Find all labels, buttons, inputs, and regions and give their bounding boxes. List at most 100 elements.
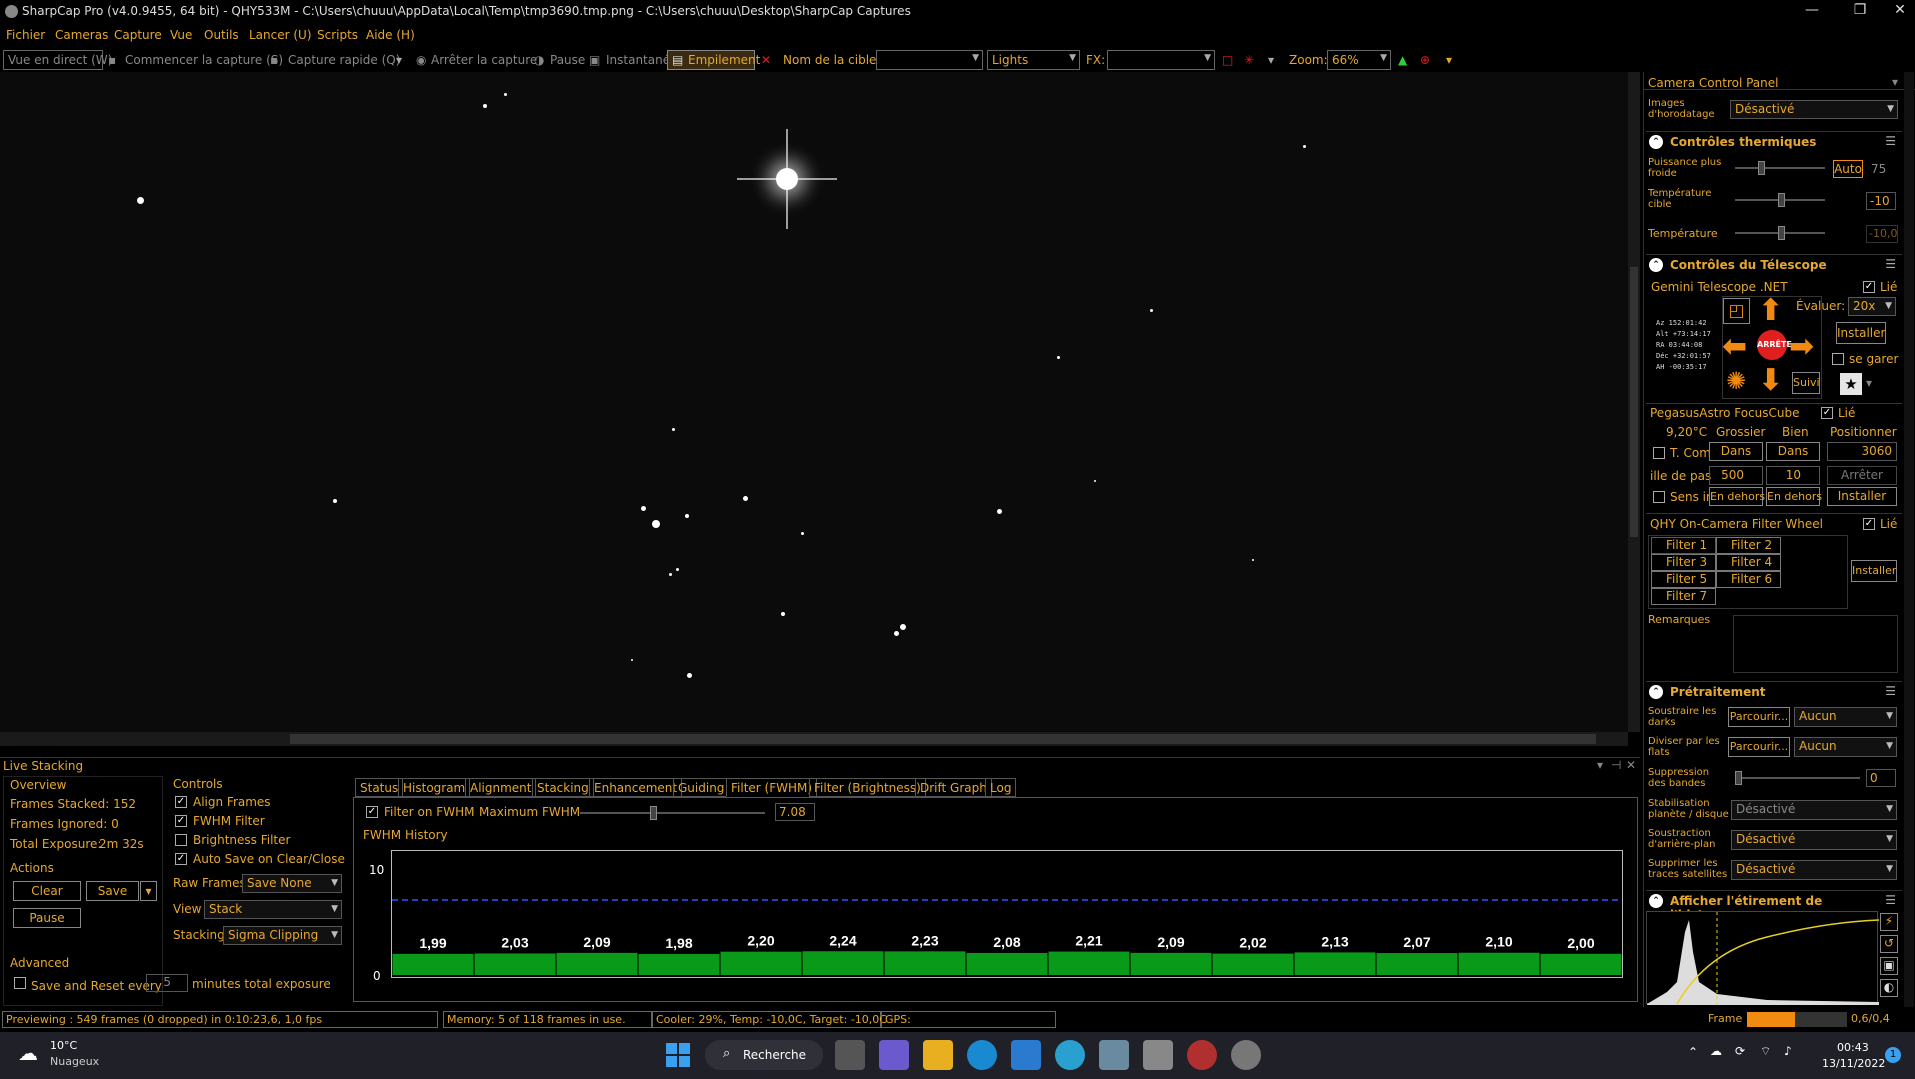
tools-dropdown-icon[interactable]: ▾ bbox=[1446, 53, 1452, 67]
maximize-icon[interactable]: ❐ bbox=[1848, 2, 1872, 22]
notes-textarea[interactable] bbox=[1733, 615, 1898, 673]
filter-1-button[interactable]: Filter 1 bbox=[1651, 537, 1716, 554]
pause-button[interactable]: Pause bbox=[550, 53, 585, 67]
file-explorer-icon[interactable] bbox=[923, 1040, 953, 1070]
align-checkbox[interactable]: ✓ bbox=[175, 796, 187, 808]
telescope-linked-checkbox[interactable]: ✓ bbox=[1863, 281, 1875, 293]
menu-lancer[interactable]: Lancer (U) bbox=[249, 28, 312, 42]
coarse-in-button[interactable]: Dans bbox=[1709, 442, 1763, 461]
minutes-stepper[interactable]: 5 bbox=[146, 974, 188, 992]
slider-thumb[interactable] bbox=[1735, 771, 1742, 785]
timestamp-select[interactable]: Désactivé ▼ bbox=[1730, 100, 1898, 119]
app-icon[interactable] bbox=[1055, 1040, 1085, 1070]
brightness-checkbox[interactable] bbox=[175, 834, 187, 846]
notification-badge[interactable]: 1 bbox=[1885, 1047, 1901, 1063]
flats-select[interactable]: Aucun ▼ bbox=[1794, 737, 1897, 757]
quick-capture-button[interactable]: Capture rapide (Q) bbox=[288, 53, 400, 67]
clear-button[interactable]: Clear bbox=[13, 881, 81, 901]
save-reset-checkbox[interactable] bbox=[14, 977, 26, 989]
pause-stack-button[interactable]: Pause bbox=[13, 908, 81, 928]
save-stretch-icon[interactable]: ▣ bbox=[1880, 957, 1898, 975]
menu-vue[interactable]: Vue bbox=[170, 28, 192, 42]
slider-thumb[interactable] bbox=[650, 806, 657, 820]
volume-icon[interactable]: ♪ bbox=[1784, 1044, 1792, 1058]
coarse-step-stepper[interactable]: 500 bbox=[1709, 466, 1763, 485]
teams-icon[interactable] bbox=[879, 1040, 909, 1070]
north-arrow-icon[interactable]: ⬆ bbox=[1758, 296, 1783, 326]
fine-out-button[interactable]: En dehors bbox=[1766, 487, 1822, 506]
tab-stacking[interactable]: Stacking bbox=[532, 778, 594, 797]
menu-fichier[interactable]: Fichier bbox=[6, 28, 45, 42]
tray-chevron-icon[interactable]: ⌃ bbox=[1688, 1045, 1698, 1059]
pin-icon[interactable]: ⊣ bbox=[1611, 758, 1621, 772]
south-arrow-icon[interactable]: ⬇ bbox=[1758, 366, 1783, 396]
filter-4-button[interactable]: Filter 4 bbox=[1716, 554, 1781, 571]
menu-cameras[interactable]: Cameras bbox=[55, 28, 108, 42]
telescope-header[interactable]: ⌃ Contrôles du Télescope ☰ bbox=[1646, 254, 1902, 274]
filter-2-button[interactable]: Filter 2 bbox=[1716, 537, 1781, 554]
temp-comp-checkbox[interactable] bbox=[1653, 447, 1665, 459]
collapse-icon[interactable]: ⌃ bbox=[1649, 135, 1663, 149]
slider-thumb[interactable] bbox=[1758, 161, 1765, 175]
filterwheel-setup-button[interactable]: Installer bbox=[1851, 560, 1897, 582]
zoom-select[interactable]: 66% ▼ bbox=[1327, 50, 1391, 70]
menu-outils[interactable]: Outils bbox=[204, 28, 239, 42]
snapshot-button[interactable]: Instantané bbox=[606, 53, 670, 67]
contrast-icon[interactable]: ◐ bbox=[1880, 979, 1898, 997]
darks-select[interactable]: Aucun ▼ bbox=[1794, 707, 1897, 727]
menu-scripts[interactable]: Scripts bbox=[317, 28, 358, 42]
view-select[interactable]: Stack ▼ bbox=[204, 900, 342, 919]
minimize-icon[interactable]: — bbox=[1800, 2, 1824, 22]
stabilization-select[interactable]: Désactivé ▼ bbox=[1731, 800, 1897, 820]
panel-close-icon[interactable]: ✕ bbox=[1626, 758, 1636, 772]
tracking-button[interactable]: Suivi bbox=[1792, 372, 1820, 394]
wifi-icon[interactable]: ⌔ bbox=[1760, 1044, 1771, 1059]
fine-in-button[interactable]: Dans bbox=[1766, 442, 1820, 461]
banding-slider[interactable] bbox=[1735, 771, 1860, 785]
reset-stretch-icon[interactable]: ↺ bbox=[1880, 935, 1898, 953]
target-temp-input[interactable]: -10 bbox=[1866, 192, 1896, 210]
sharpcap-taskbar-icon[interactable] bbox=[1231, 1040, 1261, 1070]
max-fwhm-slider[interactable] bbox=[580, 806, 765, 820]
vertical-scrollbar[interactable] bbox=[1628, 72, 1640, 732]
slider-thumb[interactable] bbox=[1778, 193, 1785, 207]
stacking-button[interactable]: Empilement ▤ bbox=[667, 50, 760, 70]
start-capture-button[interactable]: Commencer la capture (S) bbox=[125, 53, 283, 67]
reverse-checkbox[interactable] bbox=[1653, 491, 1665, 503]
magnifier-icon[interactable]: ⊕ bbox=[1420, 53, 1430, 67]
dropdown-arrow-icon[interactable]: ▾ bbox=[396, 53, 402, 67]
satellite-select[interactable]: Désactivé ▼ bbox=[1731, 860, 1897, 880]
west-arrow-icon[interactable]: ⬅ bbox=[1722, 332, 1747, 362]
fine-step-stepper[interactable]: 10 bbox=[1766, 466, 1820, 485]
telescope-setup-button[interactable]: Installer bbox=[1836, 322, 1886, 344]
collapse-icon[interactable]: ⌃ bbox=[1649, 894, 1663, 908]
auto-button[interactable]: Auto bbox=[1833, 160, 1863, 178]
menu-aide[interactable]: Aide (H) bbox=[366, 28, 415, 42]
coarse-out-button[interactable]: En dehors bbox=[1709, 487, 1765, 506]
scrollbar-thumb[interactable] bbox=[290, 734, 1596, 744]
collapse-icon[interactable]: ⌃ bbox=[1649, 258, 1663, 272]
tab-status[interactable]: Status bbox=[355, 778, 404, 797]
target-temp-slider[interactable] bbox=[1735, 193, 1825, 207]
reticle-icon[interactable]: ✳ bbox=[1244, 53, 1254, 67]
filter-3-button[interactable]: Filter 3 bbox=[1651, 554, 1716, 571]
focuser-stop-button[interactable]: Arrêter bbox=[1827, 466, 1897, 485]
auto-stretch-icon[interactable]: ⚡ bbox=[1880, 913, 1898, 931]
rate-select[interactable]: 20x ▼ bbox=[1848, 297, 1896, 316]
ccp-scrollbar[interactable] bbox=[1904, 72, 1914, 1007]
star-icon[interactable]: ★ bbox=[1840, 373, 1862, 395]
position-input[interactable]: 3060 bbox=[1827, 442, 1897, 461]
east-arrow-icon[interactable]: ➡ bbox=[1789, 332, 1814, 362]
selection-rect-icon[interactable]: □ bbox=[1222, 53, 1233, 67]
flats-browse-button[interactable]: Parcourir... bbox=[1728, 737, 1790, 757]
star-dropdown-icon[interactable]: ▾ bbox=[1866, 376, 1872, 390]
collapse-icon[interactable]: ⌃ bbox=[1649, 685, 1663, 699]
menu-icon[interactable]: ☰ bbox=[1885, 684, 1896, 698]
tab-filter-brightness[interactable]: Filter (Brightness) bbox=[809, 778, 926, 797]
focuser-linked-checkbox[interactable]: ✓ bbox=[1821, 407, 1833, 419]
windows-start-icon[interactable] bbox=[666, 1043, 690, 1067]
edge-icon[interactable] bbox=[967, 1040, 997, 1070]
app-icon[interactable] bbox=[1099, 1040, 1129, 1070]
filter-6-button[interactable]: Filter 6 bbox=[1716, 571, 1781, 588]
sun-icon[interactable]: ✺ bbox=[1726, 366, 1746, 396]
